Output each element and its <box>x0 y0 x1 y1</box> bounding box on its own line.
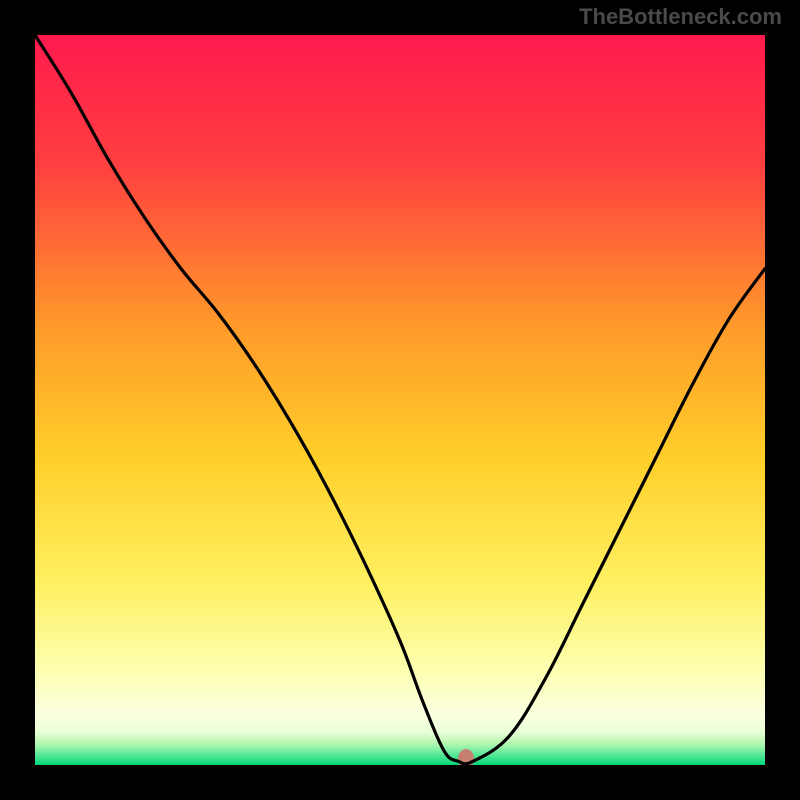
plot-area <box>35 35 765 765</box>
watermark-label: TheBottleneck.com <box>579 4 782 30</box>
bottleneck-curve <box>35 35 765 765</box>
